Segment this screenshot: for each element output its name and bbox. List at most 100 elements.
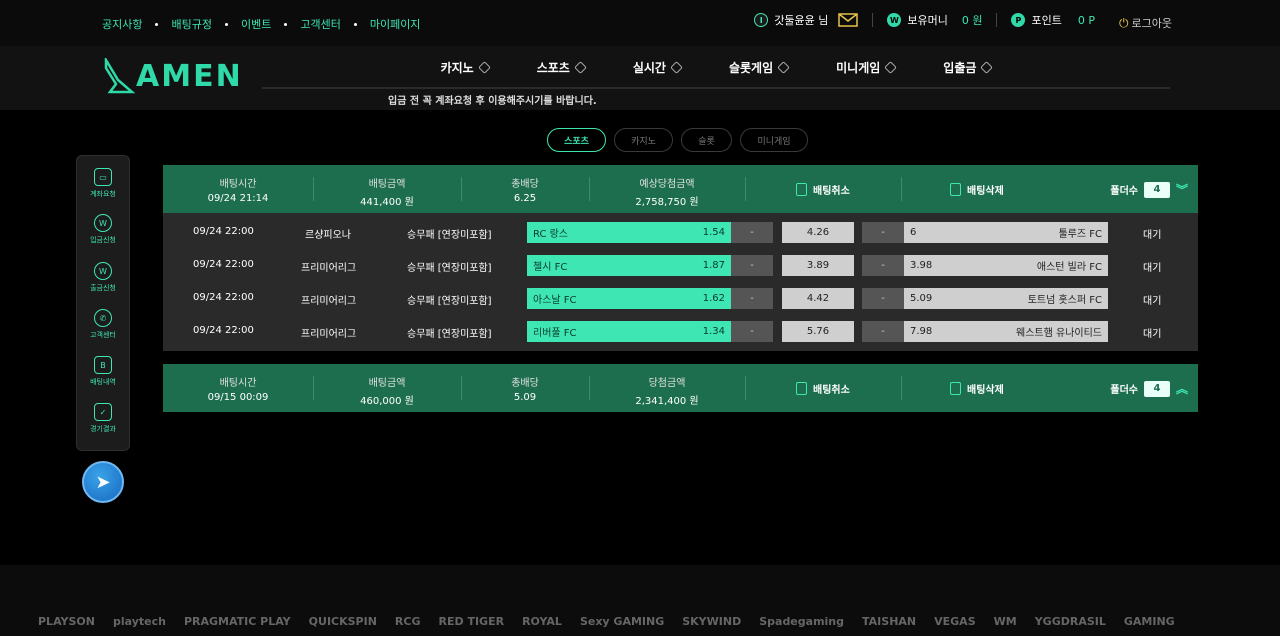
sidebar-item-support[interactable]: ✆ 고객센터 bbox=[77, 309, 129, 340]
fold-count[interactable]: 폴더수 4 ︾ bbox=[1110, 181, 1188, 198]
bet-summary-1: 배팅시간 09/24 21:14 배팅금액 441,400 원 총배당 6.25 예상… bbox=[163, 165, 1198, 213]
provider-logo: SKYWIND bbox=[682, 615, 742, 628]
provider-logo: RED TIGER bbox=[438, 615, 505, 628]
top-link-mypage[interactable]: 마이페이지 bbox=[370, 16, 421, 32]
provider-logo: Sexy GAMING bbox=[579, 615, 665, 628]
bet-time-col: 배팅시간 09/24 21:14 bbox=[207, 179, 269, 204]
league: 프리미어리그 bbox=[301, 263, 357, 274]
dot-separator bbox=[353, 22, 357, 26]
mail-icon[interactable] bbox=[838, 13, 859, 27]
match-date: 09/24 22:00 bbox=[193, 325, 254, 336]
home-pick[interactable]: RC 랑스 1.54 bbox=[527, 222, 731, 243]
bet-time-col: 배팅시간 09/15 00:09 bbox=[207, 378, 269, 403]
monitor-icon: ▭ bbox=[94, 168, 112, 186]
header: AMEN 카지노 스포츠 실시간 슬롯게임 미니게임 입출금 bbox=[0, 46, 1280, 110]
nav-casino[interactable]: 카지노 bbox=[441, 59, 491, 76]
logo[interactable]: AMEN bbox=[102, 58, 243, 94]
tab-casino[interactable]: 카지노 bbox=[614, 128, 673, 152]
handicap-dash: - bbox=[731, 288, 773, 309]
fold-count[interactable]: 폴더수 4 ︽ bbox=[1110, 380, 1188, 397]
home-pick[interactable]: 아스날 FC 1.62 bbox=[527, 288, 731, 309]
user-area: I 갓둘윤윤 님 W 보유머니 0 원 P 포인트 0 P bbox=[754, 12, 1095, 28]
match-date: 09/24 22:00 bbox=[193, 259, 254, 270]
handicap-dash: - bbox=[731, 321, 773, 342]
bet-delete-button[interactable]: 배팅삭제 bbox=[950, 182, 1004, 197]
bet-win-col: 예상당첨금액 2,758,750 원 bbox=[635, 179, 699, 208]
provider-logo: WM bbox=[993, 615, 1017, 628]
user-name-group[interactable]: I 갓둘윤윤 님 bbox=[754, 12, 859, 28]
provider-logo: PRAGMATIC PLAY bbox=[183, 615, 291, 628]
power-icon: ⏻ bbox=[1119, 15, 1129, 30]
tab-minigame[interactable]: 미니게임 bbox=[740, 128, 808, 152]
home-pick[interactable]: 첼시 FC 1.87 bbox=[527, 255, 731, 276]
sidebar-item-deposit[interactable]: W 입금신청 bbox=[77, 214, 129, 245]
provider-logo: ROYAL bbox=[522, 615, 562, 628]
nav-live[interactable]: 실시간 bbox=[633, 59, 683, 76]
clipboard-check-icon: ✓ bbox=[94, 403, 112, 421]
top-link-event[interactable]: 이벤트 bbox=[241, 16, 271, 32]
bet-cancel-button[interactable]: 배팅취소 bbox=[796, 381, 850, 396]
away-pick[interactable]: 6 툴루즈 FC bbox=[904, 222, 1108, 243]
logo-text: AMEN bbox=[136, 58, 243, 94]
provider-logo: RCG bbox=[394, 615, 421, 628]
nav-hex-icon bbox=[884, 61, 898, 74]
market: 승무패 [연장미포함] bbox=[407, 263, 492, 274]
provider-logos: PLAYSON playtech PRAGMATIC PLAY QUICKSPI… bbox=[38, 615, 1175, 628]
nav-minigame[interactable]: 미니게임 bbox=[836, 59, 898, 76]
point-group: P 포인트 0 P bbox=[1011, 12, 1095, 28]
top-bar: 공지사항 배팅규정 이벤트 고객센터 마이페이지 I 갓둘윤윤 님 W 보유머니… bbox=[0, 0, 1280, 46]
away-pick[interactable]: 5.09 토트넘 홋스퍼 FC bbox=[904, 288, 1108, 309]
money-icon: W bbox=[887, 13, 902, 27]
sidebar-item-account-request[interactable]: ▭ 계좌요청 bbox=[77, 168, 129, 199]
nav-slot[interactable]: 슬롯게임 bbox=[729, 59, 790, 76]
nav-hex-icon bbox=[573, 61, 587, 74]
handicap-dash: - bbox=[731, 222, 773, 243]
quick-sidebar: ▭ 계좌요청 W 입금신청 W 출금신청 ✆ 고객센터 B 배팅내역 ✓ 경기결과 bbox=[76, 155, 130, 451]
away-pick[interactable]: 7.98 웨스트햄 유나이티드 bbox=[904, 321, 1108, 342]
provider-logo: VEGAS bbox=[934, 615, 976, 628]
divider bbox=[872, 13, 874, 27]
bet-amount-col: 배팅금액 441,400 원 bbox=[360, 179, 414, 208]
point-value: 0 P bbox=[1077, 13, 1095, 27]
point-icon: P bbox=[1011, 13, 1026, 27]
draw-odds[interactable]: 4.42 bbox=[782, 288, 854, 309]
bet-win-col: 당첨금액 2,341,400 원 bbox=[635, 378, 699, 407]
handicap-dash: - bbox=[862, 222, 904, 243]
market: 승무패 [연장미포함] bbox=[407, 296, 492, 307]
table-row: 09/24 22:00 프리미어리그 승무패 [연장미포함] 첼시 FC 1.87… bbox=[163, 248, 1198, 281]
sidebar-item-withdraw[interactable]: W 출금신청 bbox=[77, 262, 129, 293]
handicap-dash: - bbox=[862, 321, 904, 342]
col-divider bbox=[745, 177, 746, 201]
home-pick[interactable]: 리버풀 FC 1.34 bbox=[527, 321, 731, 342]
sidebar-item-results[interactable]: ✓ 경기결과 bbox=[77, 403, 129, 434]
tab-sports[interactable]: 스포츠 bbox=[547, 128, 606, 152]
level-icon: I bbox=[754, 13, 769, 27]
match-date: 09/24 22:00 bbox=[193, 292, 254, 303]
tab-slot[interactable]: 슬롯 bbox=[681, 128, 732, 152]
top-link-notice[interactable]: 공지사항 bbox=[102, 16, 142, 32]
away-pick[interactable]: 3.98 애스턴 빌라 FC bbox=[904, 255, 1108, 276]
bet-summary-2: 배팅시간 09/15 00:09 배팅금액 460,000 원 총배당 5.09 당첨… bbox=[163, 364, 1198, 412]
bet-delete-button[interactable]: 배팅삭제 bbox=[950, 381, 1004, 396]
draw-odds[interactable]: 4.26 bbox=[782, 222, 854, 243]
draw-odds[interactable]: 5.76 bbox=[782, 321, 854, 342]
draw-odds[interactable]: 3.89 bbox=[782, 255, 854, 276]
status-badge: 대기 bbox=[1143, 329, 1162, 340]
league: 르샹피오나 bbox=[305, 230, 351, 241]
top-link-rules[interactable]: 배팅규정 bbox=[171, 16, 211, 32]
dot-separator bbox=[224, 22, 228, 26]
telegram-button[interactable]: ➤ bbox=[82, 461, 124, 503]
nav-deposit[interactable]: 입출금 bbox=[943, 59, 994, 76]
market: 승무패 [연장미포함] bbox=[407, 230, 492, 241]
table-row: 09/24 22:00 르샹피오나 승무패 [연장미포함] RC 랑스 1.54 … bbox=[163, 215, 1198, 248]
sidebar-item-bet-history[interactable]: B 배팅내역 bbox=[77, 356, 129, 387]
nav-hex-icon bbox=[980, 61, 994, 74]
trash-icon bbox=[950, 183, 961, 196]
nav-sports[interactable]: 스포츠 bbox=[537, 59, 587, 76]
table-row: 09/24 22:00 프리미어리그 승무패 [연장미포함] 리버풀 FC 1.3… bbox=[163, 314, 1198, 347]
logout-button[interactable]: ⏻ 로그아웃 bbox=[1119, 15, 1172, 31]
main-nav: 카지노 스포츠 실시간 슬롯게임 미니게임 입출금 bbox=[262, 59, 1170, 76]
col-divider bbox=[901, 376, 902, 400]
bet-cancel-button[interactable]: 배팅취소 bbox=[796, 182, 850, 197]
top-link-support[interactable]: 고객센터 bbox=[300, 16, 340, 32]
